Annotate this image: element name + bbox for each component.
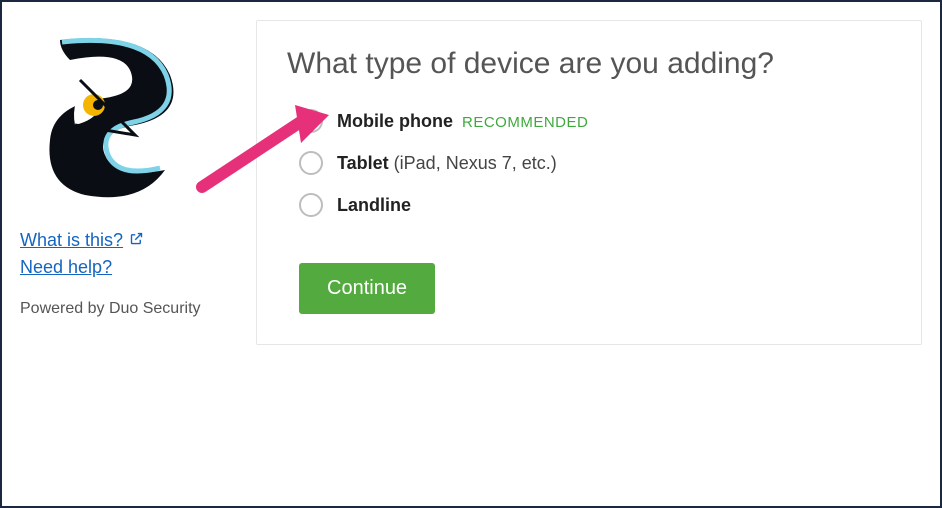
device-type-panel: What type of device are you adding? Mobi… (256, 20, 922, 345)
what-is-this-label: What is this? (20, 230, 123, 251)
sidebar: What is this? Need help? (20, 20, 230, 345)
recommended-badge: RECOMMENDED (462, 114, 588, 131)
panel-heading: What type of device are you adding? (287, 47, 891, 81)
what-is-this-link[interactable]: What is this? (20, 230, 144, 251)
radio-button[interactable] (299, 151, 323, 175)
radio-label: Mobile phone (337, 111, 453, 131)
radio-option-mobile-phone[interactable]: Mobile phone RECOMMENDED (299, 109, 891, 133)
radio-option-landline[interactable]: Landline (299, 193, 891, 217)
radio-label: Landline (337, 195, 411, 215)
radio-sublabel: (iPad, Nexus 7, etc.) (389, 153, 557, 173)
radio-button[interactable] (299, 193, 323, 217)
organization-logo (20, 20, 210, 220)
device-type-radio-group: Mobile phone RECOMMENDED Tablet (iPad, N… (299, 109, 891, 217)
radio-button[interactable] (299, 109, 323, 133)
radio-label: Tablet (337, 153, 389, 173)
powered-by-text: Powered by Duo Security (20, 300, 230, 318)
need-help-label: Need help? (20, 257, 112, 278)
continue-button[interactable]: Continue (299, 263, 435, 314)
radio-option-tablet[interactable]: Tablet (iPad, Nexus 7, etc.) (299, 151, 891, 175)
external-link-icon (129, 230, 144, 251)
need-help-link[interactable]: Need help? (20, 257, 112, 278)
